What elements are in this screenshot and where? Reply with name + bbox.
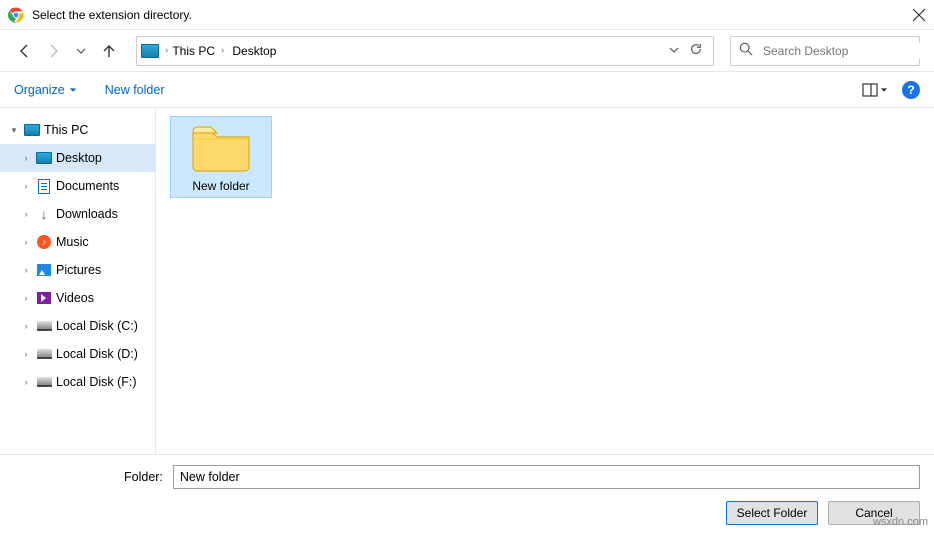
tree-item-videos[interactable]: › Videos bbox=[0, 284, 155, 312]
doc-icon bbox=[36, 178, 52, 194]
tree-item-local-disk-d-[interactable]: › Local Disk (D:) bbox=[0, 340, 155, 368]
chrome-icon bbox=[8, 7, 24, 23]
view-options-button[interactable] bbox=[862, 83, 888, 97]
chevron-right-icon: › bbox=[221, 45, 224, 56]
tree-label: Local Disk (F:) bbox=[56, 375, 137, 389]
this-pc-icon bbox=[24, 122, 40, 138]
new-folder-label: New folder bbox=[105, 83, 165, 97]
this-pc-icon bbox=[141, 44, 159, 58]
navigation-tree[interactable]: ▾ This PC ›Desktop›Documents›↓Downloads›… bbox=[0, 108, 156, 454]
vid-icon bbox=[36, 290, 52, 306]
tree-item-local-disk-c-[interactable]: › Local Disk (C:) bbox=[0, 312, 155, 340]
tree-label: Desktop bbox=[56, 151, 102, 165]
music-icon: ♪ bbox=[36, 234, 52, 250]
chevron-down-icon bbox=[69, 86, 77, 94]
chevron-right-icon[interactable]: › bbox=[20, 181, 32, 191]
watermark-text: wsxdn.com bbox=[873, 516, 928, 528]
breadcrumb-current-label: Desktop bbox=[232, 44, 276, 58]
tree-item-music[interactable]: › ♪ Music bbox=[0, 228, 155, 256]
search-input[interactable] bbox=[761, 43, 920, 59]
navigation-toolbar: › This PC › Desktop bbox=[0, 30, 934, 72]
tree-label: Music bbox=[56, 235, 89, 249]
tree-item-local-disk-f-[interactable]: › Local Disk (F:) bbox=[0, 368, 155, 396]
tree-item-downloads[interactable]: › ↓ Downloads bbox=[0, 200, 155, 228]
tree-label: Videos bbox=[56, 291, 94, 305]
tree-item-pictures[interactable]: › Pictures bbox=[0, 256, 155, 284]
command-bar: Organize New folder ? bbox=[0, 72, 934, 108]
dialog-footer: Folder: Select Folder Cancel wsxdn.com bbox=[0, 454, 934, 539]
tree-label: Local Disk (D:) bbox=[56, 347, 138, 361]
tree-label: Documents bbox=[56, 179, 119, 193]
pic-icon bbox=[36, 262, 52, 278]
items-view[interactable]: New folder bbox=[156, 108, 934, 454]
chevron-down-icon bbox=[880, 86, 888, 94]
chevron-right-icon[interactable]: › bbox=[20, 349, 32, 359]
window-title: Select the extension directory. bbox=[32, 8, 912, 22]
titlebar: Select the extension directory. bbox=[0, 0, 934, 30]
forward-button[interactable] bbox=[42, 35, 64, 67]
help-button[interactable]: ? bbox=[902, 81, 920, 99]
chevron-down-icon[interactable]: ▾ bbox=[8, 125, 20, 136]
chevron-right-icon[interactable]: › bbox=[20, 265, 32, 275]
tree-label: This PC bbox=[44, 123, 88, 137]
refresh-button[interactable] bbox=[689, 42, 703, 59]
search-icon bbox=[739, 42, 753, 59]
disk-icon bbox=[36, 346, 52, 362]
organize-menu[interactable]: Organize bbox=[14, 83, 77, 97]
tree-item-this-pc[interactable]: ▾ This PC bbox=[0, 116, 155, 144]
tree-item-desktop[interactable]: › Desktop bbox=[0, 144, 155, 172]
back-button[interactable] bbox=[14, 35, 36, 67]
main-panel: ▾ This PC ›Desktop›Documents›↓Downloads›… bbox=[0, 108, 934, 454]
address-bar[interactable]: › This PC › Desktop bbox=[136, 36, 714, 66]
new-folder-button[interactable]: New folder bbox=[105, 83, 165, 97]
folder-name-input[interactable] bbox=[173, 465, 920, 489]
view-icon bbox=[862, 83, 878, 97]
up-button[interactable] bbox=[98, 35, 120, 67]
close-button[interactable] bbox=[912, 8, 926, 22]
tree-label: Downloads bbox=[56, 207, 118, 221]
file-name: New folder bbox=[192, 179, 249, 193]
chevron-right-icon[interactable]: › bbox=[20, 321, 32, 331]
disk-icon bbox=[36, 318, 52, 334]
chevron-right-icon[interactable]: › bbox=[20, 377, 32, 387]
organize-label: Organize bbox=[14, 83, 65, 97]
disk-icon bbox=[36, 374, 52, 390]
address-dropdown-icon[interactable] bbox=[669, 44, 679, 58]
select-folder-button[interactable]: Select Folder bbox=[726, 501, 818, 525]
tree-item-documents[interactable]: › Documents bbox=[0, 172, 155, 200]
tree-label: Local Disk (C:) bbox=[56, 319, 138, 333]
folder-icon bbox=[189, 121, 253, 173]
breadcrumb-root-label: This PC bbox=[172, 44, 215, 58]
tree-label: Pictures bbox=[56, 263, 101, 277]
file-item[interactable]: New folder bbox=[170, 116, 272, 198]
down-icon: ↓ bbox=[36, 206, 52, 222]
folder-field-label: Folder: bbox=[124, 470, 163, 484]
breadcrumb-current[interactable]: Desktop bbox=[228, 44, 280, 58]
chevron-right-icon[interactable]: › bbox=[20, 237, 32, 247]
recent-locations-dropdown[interactable] bbox=[70, 35, 92, 67]
chevron-right-icon[interactable]: › bbox=[20, 153, 32, 163]
search-box[interactable] bbox=[730, 36, 920, 66]
chevron-right-icon[interactable]: › bbox=[20, 209, 32, 219]
monitor-icon bbox=[36, 150, 52, 166]
chevron-right-icon[interactable]: › bbox=[20, 293, 32, 303]
breadcrumb-root[interactable]: This PC › bbox=[168, 44, 228, 58]
